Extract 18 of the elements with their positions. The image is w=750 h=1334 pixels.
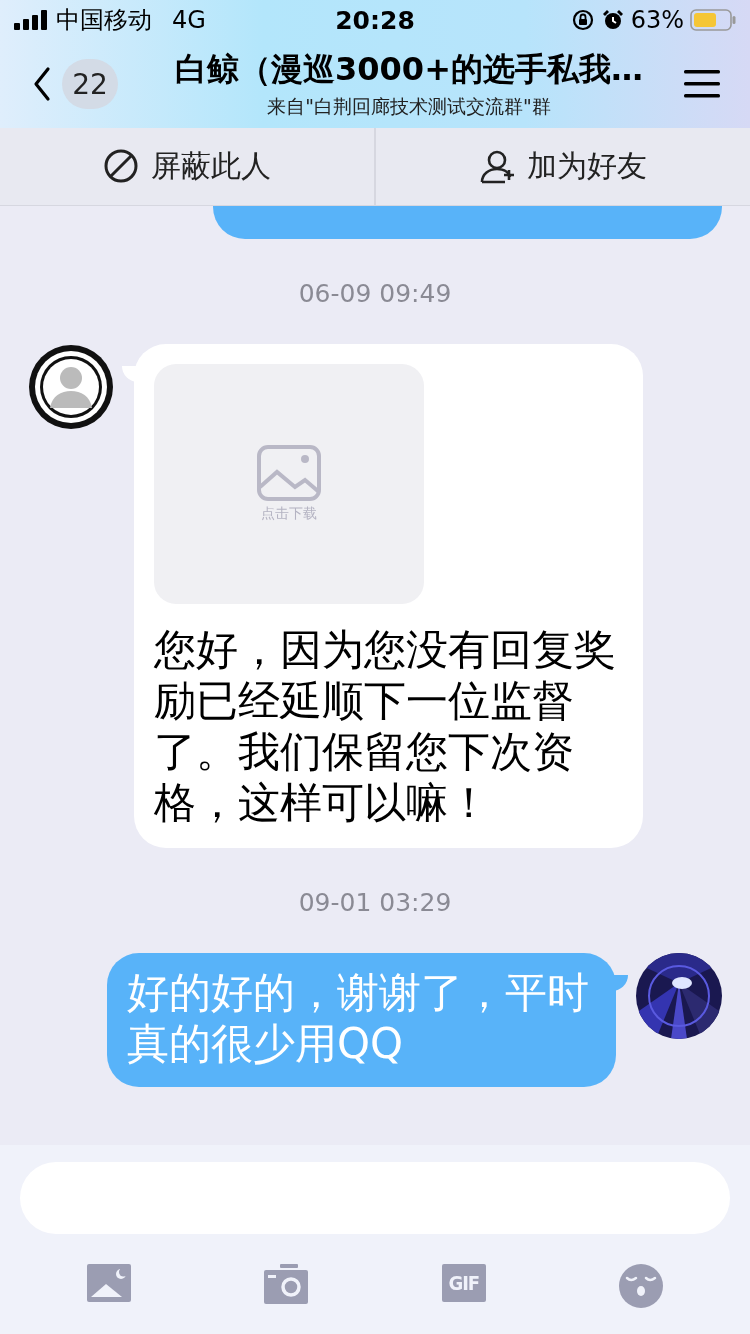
- avatar[interactable]: [28, 344, 114, 430]
- message-time: 09-01 03:29: [297, 888, 453, 917]
- battery-percent: 63%: [630, 6, 684, 34]
- clock-time: 20:28: [335, 5, 415, 35]
- signal-icon: [14, 10, 48, 30]
- chat-title: 白鲸（漫巡3000+的选手私我…: [175, 49, 643, 90]
- message-text: 您好，因为您没有回复奖励已经延顺下一位监督了。我们保留您下次资格，这样可以嘛！: [154, 624, 617, 828]
- image-icon: [257, 445, 321, 501]
- back-icon[interactable]: [32, 66, 52, 102]
- network-type: 4G: [172, 6, 206, 34]
- message-text: 好的好的，谢谢了，平时真的很少用QQ: [127, 967, 590, 1069]
- battery-icon: [690, 9, 736, 31]
- carrier-name: 中国移动: [56, 5, 152, 36]
- menu-icon[interactable]: [684, 69, 720, 99]
- unread-count-badge[interactable]: 22: [62, 59, 118, 109]
- message-time: 06-09 09:49: [297, 279, 453, 308]
- rotation-lock-icon: [570, 8, 595, 32]
- chat-subtitle: 来自"白荆回廊技术测试交流群"群: [267, 94, 551, 119]
